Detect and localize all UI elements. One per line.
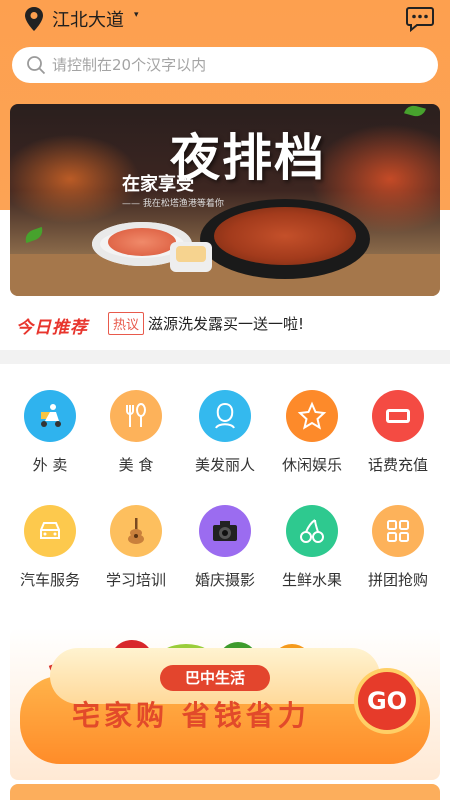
cherry-icon bbox=[300, 519, 324, 543]
category-item[interactable]: 美 食 bbox=[96, 390, 176, 475]
star-icon bbox=[297, 401, 327, 430]
category-item[interactable]: 话费充值 bbox=[358, 390, 438, 475]
chevron-down-icon: ▾ bbox=[134, 10, 139, 20]
banner-tagline: —— 我在松塔渔港等着你 bbox=[122, 199, 224, 209]
category-label: 美 食 bbox=[118, 456, 154, 474]
news-headline[interactable]: 滋源洗发露买一送一啦! bbox=[148, 313, 304, 334]
promo-badge: 巴中生活 bbox=[160, 665, 270, 691]
location-pin-icon bbox=[25, 7, 43, 31]
category-label: 话费充值 bbox=[367, 456, 428, 474]
location-text: 江北大道 bbox=[52, 10, 124, 31]
banner-light bbox=[10, 134, 140, 224]
message-icon[interactable] bbox=[406, 6, 434, 32]
category-label: 婚庆摄影 bbox=[194, 571, 255, 589]
grid-icon bbox=[387, 520, 409, 542]
beauty-icon bbox=[215, 402, 235, 429]
car-icon bbox=[40, 522, 60, 539]
delivery-icon bbox=[41, 404, 61, 427]
category-label: 休闲娱乐 bbox=[281, 456, 342, 474]
category-label: 拼团抢购 bbox=[367, 571, 428, 589]
side-dish-image bbox=[170, 242, 212, 272]
category-label: 学习培训 bbox=[105, 571, 166, 589]
search-icon bbox=[27, 56, 46, 75]
today-recommend-logo: 今日推荐 bbox=[16, 318, 88, 338]
category-item[interactable]: 休闲娱乐 bbox=[272, 390, 352, 475]
search-input[interactable] bbox=[52, 56, 412, 74]
category-label: 生鲜水果 bbox=[281, 571, 342, 589]
category-item[interactable]: 拼团抢购 bbox=[358, 505, 438, 590]
category-label: 美发丽人 bbox=[194, 456, 255, 474]
promo-banner[interactable]: 夜排档 在家享受 —— 我在松塔渔港等着你 bbox=[10, 104, 440, 296]
next-section-edge bbox=[10, 784, 440, 800]
category-item[interactable]: 外 卖 bbox=[10, 390, 90, 475]
category-label: 外 卖 bbox=[32, 456, 68, 474]
location-selector[interactable]: 江北大道 ▾ bbox=[24, 6, 139, 32]
category-item[interactable]: 美发丽人 bbox=[185, 390, 265, 475]
guitar-icon bbox=[128, 518, 144, 544]
go-button[interactable]: GO bbox=[358, 672, 416, 730]
category-item[interactable]: 婚庆摄影 bbox=[185, 505, 265, 590]
promo-banner-bottom[interactable]: 巴中生活 宅家购 省钱省力 GO bbox=[10, 628, 440, 780]
category-item[interactable]: 学习培训 bbox=[96, 505, 176, 590]
category-item[interactable]: 生鲜水果 bbox=[272, 505, 352, 590]
camera-icon bbox=[213, 521, 237, 541]
banner-subtitle: 在家享受 bbox=[122, 174, 194, 195]
hot-tag: 热议 bbox=[108, 312, 145, 335]
category-item[interactable]: 汽车服务 bbox=[10, 505, 90, 590]
promo-title: 宅家购 省钱省力 bbox=[72, 699, 310, 732]
crayfish-dish-image bbox=[200, 199, 370, 279]
search-bar[interactable] bbox=[12, 47, 438, 83]
discount-icon bbox=[386, 409, 410, 423]
leaf-decoration bbox=[404, 104, 426, 119]
section-divider bbox=[0, 350, 450, 364]
fork-spoon-icon bbox=[126, 403, 146, 427]
leaf-decoration bbox=[22, 226, 46, 244]
category-label: 汽车服务 bbox=[19, 571, 80, 589]
